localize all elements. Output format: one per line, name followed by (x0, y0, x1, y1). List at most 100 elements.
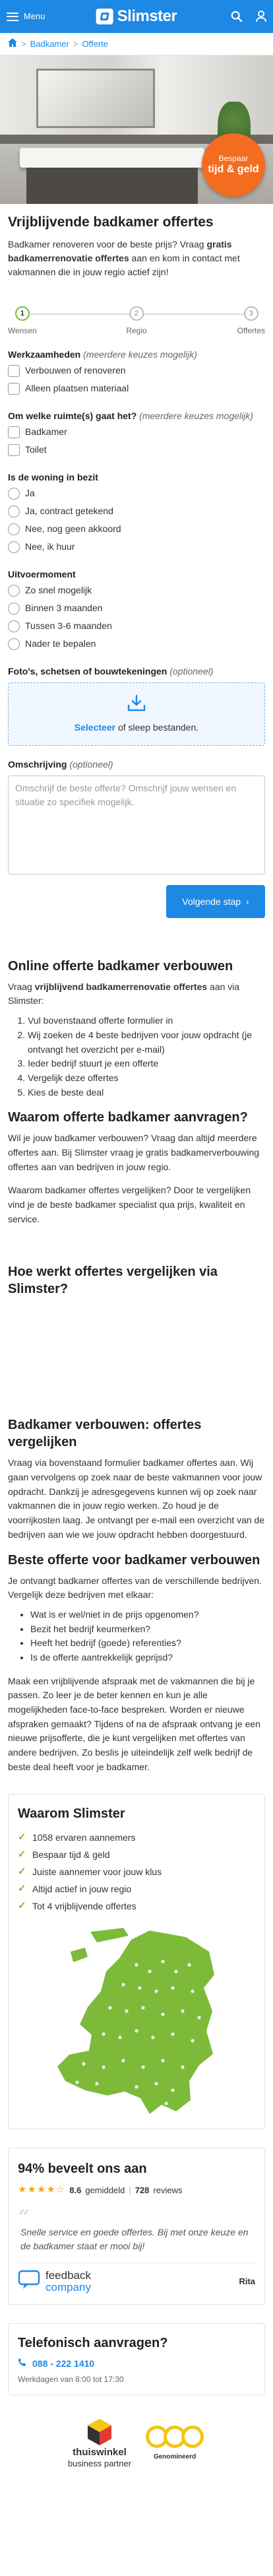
question-uitvoermoment: Uitvoermoment (8, 569, 76, 580)
top-bar: Menu Slimster (0, 0, 273, 33)
list-item: Heeft het bedrijf (goede) referenties? (30, 1636, 265, 1651)
feedback-company-line2: company (46, 2280, 91, 2294)
section-title-online-offerte: Online offerte badkamer verbouwen (8, 958, 233, 974)
step-offertes: 3 Offertes (237, 304, 265, 337)
list-item: Bezit het bedrijf keurmerken? (30, 1622, 265, 1637)
phone-link[interactable]: 088 - 222 1410 (18, 2357, 255, 2371)
description-textarea[interactable] (8, 776, 265, 875)
thuiswinkel-badge[interactable]: thuiswinkel business partner (68, 2418, 131, 2469)
why-item: ✓ Bespaar tijd & geld (18, 1846, 255, 1863)
section-title-verbouwen: Badkamer verbouwen: offertes vergelijken (8, 1418, 202, 1450)
rating-score-label: gemiddeld (85, 2185, 125, 2195)
breadcrumb: > Badkamer > Offerte (0, 33, 273, 55)
checkbox-verbouwen[interactable]: Verbouwen of renoveren (8, 362, 265, 380)
logo-mark-icon (96, 9, 113, 24)
trust-badges: thuiswinkel business partner Genomineerd (0, 2418, 273, 2469)
breadcrumb-separator-icon: > (21, 38, 26, 49)
star-rating-icon: ★★★★☆ (18, 2184, 66, 2196)
quote-form: Werkzaamheden (meerdere keuzes mogelijk)… (0, 348, 273, 918)
contact-title: Telefonisch aanvragen? (18, 2335, 168, 2350)
home-icon[interactable] (8, 38, 17, 51)
why-slimster-box: Waarom Slimster ✓ 1058 ervaren aannemers … (8, 1794, 265, 2130)
radio-ja[interactable]: Ja (8, 484, 265, 502)
brand-name: Slimster (117, 7, 177, 25)
compare-list: Wat is er wel/niet in de prijs opgenomen… (8, 1608, 265, 1665)
netherlands-map-icon (57, 1928, 214, 2115)
menu-label: Menu (24, 11, 46, 22)
page-title: Vrijblijvende badkamer offertes (8, 215, 214, 230)
award-seals-icon (146, 2425, 204, 2448)
menu-button[interactable]: Menu (7, 10, 46, 23)
chat-bubble-icon (18, 2270, 40, 2294)
question-woning-bezit: Is de woning in bezit (8, 472, 98, 483)
feedback-company-logo[interactable]: feedback company (18, 2270, 91, 2294)
why-item: ✓ Tot 4 vrijblijvende offertes (18, 1898, 255, 1915)
question-ruimte: Om welke ruimte(s) gaat het? (meerdere k… (8, 411, 253, 422)
savings-badge: Bespaar tijd & geld (202, 133, 265, 197)
opening-hours: Werkdagen van 8:00 tot 17:30 (18, 2374, 124, 2384)
brand-logo[interactable]: Slimster (96, 5, 177, 28)
why-item: ✓ Altijd actief in jouw regio (18, 1880, 255, 1898)
list-item: Vergelijk deze offertes (28, 1071, 265, 1086)
contact-box: Telefonisch aanvragen? 088 - 222 1410 We… (8, 2323, 265, 2395)
section-text-online-offerte: Vraag vrijblijvend badkamerrenovatie off… (8, 981, 240, 1007)
radio-nee-huur[interactable]: Nee, ik huur (8, 538, 265, 556)
download-icon (127, 694, 146, 715)
list-item: Wat is er wel/niet in de prijs opgenomen… (30, 1608, 265, 1622)
search-icon[interactable] (231, 11, 243, 22)
radio-zo-snel-mogelijk[interactable]: Zo snel mogelijk (8, 581, 265, 599)
nominated-badge[interactable]: Genomineerd (144, 2424, 205, 2462)
list-item: Kies de beste deal (28, 1086, 265, 1100)
why-item: ✓ Juiste aannemer voor jouw klus (18, 1863, 255, 1880)
breadcrumb-link-offerte[interactable]: Offerte (82, 38, 108, 51)
step-regio: 2 Regio (126, 304, 147, 337)
section-text-afspraak: Maak een vrijblijvende afspraak met de v… (8, 1675, 260, 1772)
check-icon: ✓ (18, 1900, 26, 1912)
article-content: Online offerte badkamer verbouwen Vraag … (0, 958, 273, 1775)
section-text-waarom-1: Wil je jouw badkamer verbouwen? Vraag da… (8, 1133, 260, 1172)
section-text-beste-offerte: Je ontvangt badkamer offertes van de ver… (8, 1575, 262, 1601)
hamburger-icon (7, 12, 18, 21)
thuiswinkel-logo-icon (88, 2418, 111, 2445)
checkbox-badkamer[interactable]: Badkamer (8, 423, 265, 441)
section-title-beste-offerte: Beste offerte voor badkamer verbouwen (8, 1552, 260, 1568)
section-title-hoe-werkt: Hoe werkt offertes vergelijken via Slims… (8, 1265, 218, 1297)
breadcrumb-link-badkamer[interactable]: Badkamer (30, 38, 69, 51)
section-title-waarom: Waarom offerte badkamer aanvragen? (8, 1110, 248, 1125)
feedback-company-line1: feedback (46, 2268, 91, 2282)
rating-score: 8.6 (69, 2185, 82, 2195)
radio-nader-te-bepalen[interactable]: Nader te bepalen (8, 635, 265, 653)
checkbox-toilet[interactable]: Toilet (8, 441, 265, 459)
select-files-link[interactable]: Selecteer (75, 722, 115, 733)
question-omschrijving: Omschrijving (optioneel) (8, 759, 113, 770)
why-item: ✓ 1058 ervaren aannemers (18, 1829, 255, 1846)
radio-nee-geen-akkoord[interactable]: Nee, nog geen akkoord (8, 520, 265, 538)
next-step-button[interactable]: Volgende stap › (166, 884, 265, 918)
check-icon: ✓ (18, 1849, 26, 1861)
radio-ja-contract[interactable]: Ja, contract getekend (8, 502, 265, 520)
review-title: 94% beveelt ons aan (18, 2162, 147, 2177)
chevron-right-icon: › (246, 896, 249, 907)
question-werkzaamheden: Werkzaamheden (meerdere keuzes mogelijk) (8, 349, 197, 360)
list-item: Wij zoeken de 4 beste bedrijven voor jou… (28, 1028, 265, 1057)
phone-icon (18, 2357, 27, 2371)
check-icon: ✓ (18, 1832, 26, 1843)
quote-icon: “ (18, 2204, 30, 2231)
section-text-waarom-2: Waarom badkamer offertes vergelijken? Do… (8, 1185, 251, 1224)
review-count-label: reviews (153, 2185, 183, 2195)
review-quote: “ Snelle service en goede offertes. Bij … (18, 2204, 249, 2251)
radio-3-6-maanden[interactable]: Tussen 3-6 maanden (8, 617, 265, 635)
radio-binnen-3-maanden[interactable]: Binnen 3 maanden (8, 599, 265, 617)
list-item: Vul bovenstaand offerte formulier in (28, 1014, 265, 1028)
review-count: 728 (135, 2185, 150, 2195)
section-text-verbouwen: Vraag via bovenstaand formulier badkamer… (8, 1457, 265, 1540)
why-title: Waarom Slimster (18, 1806, 125, 1822)
breadcrumb-separator-icon: > (73, 38, 78, 49)
checkbox-alleen-plaatsen[interactable]: Alleen plaatsen materiaal (8, 380, 265, 397)
user-icon[interactable] (256, 11, 266, 22)
file-dropzone[interactable]: Selecteer of sleep bestanden. (8, 682, 265, 746)
form-stepper: 1 Wensen 2 Regio 3 Offertes (8, 304, 265, 341)
intro-text: Badkamer renoveren voor de beste prijs? … (8, 239, 240, 278)
review-author: Rita (239, 2276, 255, 2287)
hero-image: Bespaar tijd & geld (0, 55, 273, 204)
